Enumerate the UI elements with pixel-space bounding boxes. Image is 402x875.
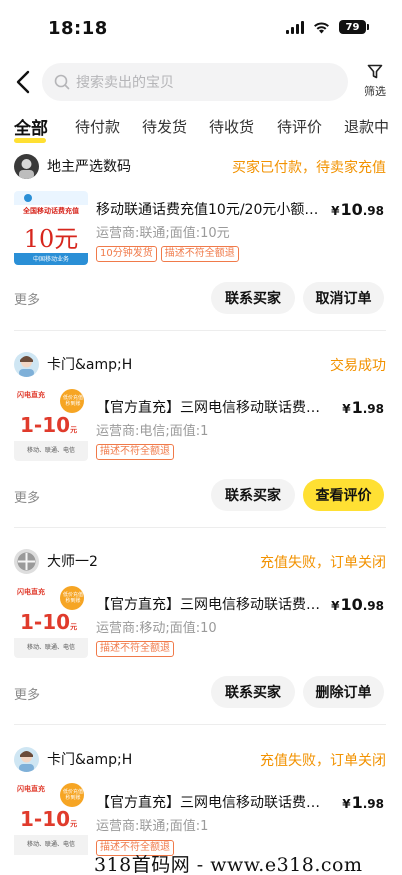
order-divider (14, 527, 386, 528)
view-review-button[interactable]: 查看评价 (303, 479, 384, 511)
thumb-footer: 移动、联通、电信 (26, 644, 75, 651)
product-title[interactable]: 【官方直充】三网电信移动联话费充值 (96, 792, 328, 812)
product-thumbnail[interactable]: 闪电直充 低价充值 秒到账 1-10元 移动、联通、电信 (14, 387, 88, 461)
product-thumbnail[interactable]: 闪电直充 低价充值 秒到账 1-10元 移动、联通、电信 (14, 584, 88, 658)
status-icons: 79 (286, 20, 369, 34)
battery-icon: 79 (339, 20, 369, 34)
thumb-badge: 低价充值 秒到账 (62, 592, 83, 604)
tab-pending-shipment[interactable]: 待发货 (142, 116, 187, 137)
shop-row: 地主严选数码 买家已付款，待卖家充值 (14, 151, 386, 181)
more-link[interactable]: 更多 (14, 684, 40, 703)
thumb-footer: 移动、联通、电信 (26, 447, 75, 454)
product-price: ¥1.98 (342, 398, 384, 417)
thumb-footer: 中国移动业务 (32, 256, 69, 263)
product-title[interactable]: 【官方直充】三网电信移动联话费充值 (96, 594, 328, 614)
product-title[interactable]: 移动联通话费充值10元/20元小额快充 (96, 199, 328, 219)
product-title[interactable]: 【官方直充】三网电信移动联话费充值 (96, 397, 328, 417)
product-thumbnail[interactable]: 全国移动话费充值 10元 中国移动业务 (14, 191, 88, 265)
avatar (14, 351, 39, 377)
order-status: 交易成功 (330, 358, 386, 374)
product-spec: 运营商:联通;面值:1 (96, 819, 209, 834)
shipping-tag: 10分钟发货 (96, 246, 157, 262)
thumb-big-text: 10元 (23, 225, 79, 253)
shop-row: 卡门&amp;H 充值失败，订单关闭 (14, 744, 386, 774)
order-tabs: 全部 待付款 待发货 待收货 待评价 退款中 (0, 112, 402, 146)
filter-icon (367, 64, 383, 79)
thumb-caption: 全国移动话费充值 (23, 207, 79, 215)
thumb-brand: 闪电直充 (17, 588, 45, 596)
avatar (14, 548, 39, 574)
more-link[interactable]: 更多 (14, 487, 40, 506)
thumb-big-text: 1-10元 (20, 413, 78, 437)
order-status: 买家已付款，待卖家充值 (232, 160, 386, 176)
watermark-text: 318首码网 - www.e318.com (94, 854, 363, 875)
search-icon (54, 74, 70, 90)
contact-buyer-button[interactable]: 联系买家 (211, 676, 295, 708)
order-status: 充值失败，订单关闭 (260, 753, 386, 769)
shop-name[interactable]: 卡门&amp;H (47, 354, 132, 374)
thumb-footer: 移动、联通、电信 (26, 841, 75, 848)
product-price: ¥10.98 (331, 200, 384, 219)
thumb-badge: 低价充值 秒到账 (62, 395, 83, 407)
cellular-signal-icon (286, 20, 304, 34)
avatar (14, 746, 39, 772)
filter-label: 筛选 (364, 85, 386, 98)
thumb-brand: 闪电直充 (17, 391, 45, 399)
refund-tag: 描述不符全额退 (160, 246, 239, 262)
tab-pending-receipt[interactable]: 待收货 (209, 116, 254, 137)
thumb-big-text: 1-10元 (20, 610, 78, 634)
shop-name[interactable]: 大师一2 (47, 551, 98, 571)
tag-row: 描述不符全额退 (96, 641, 174, 657)
more-link[interactable]: 更多 (14, 289, 40, 308)
back-button[interactable] (10, 68, 36, 96)
product-thumbnail[interactable]: 闪电直充 低价充值 秒到账 1-10元 移动、联通、电信 (14, 781, 88, 875)
filter-button[interactable]: 筛选 (358, 64, 392, 99)
avatar (14, 153, 39, 179)
cancel-order-button[interactable]: 取消订单 (303, 282, 384, 314)
tab-pending-review[interactable]: 待评价 (277, 116, 322, 137)
nav-bar: 搜索卖出的宝贝 筛选 (0, 58, 402, 106)
thumb-badge: 低价充值 秒到账 (62, 789, 83, 801)
thumb-big-text: 1-10元 (20, 807, 78, 831)
shop-row: 卡门&amp;H 交易成功 (14, 349, 386, 379)
tab-refunding[interactable]: 退款中 (344, 116, 389, 137)
product-price: ¥10.98 (331, 595, 384, 614)
chevron-left-icon (16, 70, 30, 94)
product-spec: 运营商:移动;面值:10 (96, 621, 217, 636)
shop-name[interactable]: 地主严选数码 (47, 156, 131, 176)
tag-row: 10分钟发货 描述不符全额退 (96, 246, 239, 262)
wifi-icon (314, 21, 329, 33)
product-price: ¥1.98 (342, 793, 384, 812)
contact-buyer-button[interactable]: 联系买家 (211, 282, 295, 314)
search-input[interactable]: 搜索卖出的宝贝 (42, 63, 348, 101)
tag-row: 描述不符全额退 (96, 444, 174, 460)
order-divider (14, 724, 386, 725)
tab-pending-payment[interactable]: 待付款 (75, 116, 120, 137)
contact-buyer-button[interactable]: 联系买家 (211, 479, 295, 511)
status-time: 18:18 (48, 18, 108, 39)
shop-row: 大师一2 充值失败，订单关闭 (14, 546, 386, 576)
search-placeholder: 搜索卖出的宝贝 (76, 75, 174, 91)
product-spec: 运营商:电信;面值:1 (96, 424, 209, 439)
refund-tag: 描述不符全额退 (96, 641, 174, 657)
thumb-brand: 闪电直充 (17, 785, 45, 793)
delete-order-button[interactable]: 删除订单 (303, 676, 384, 708)
tab-all[interactable]: 全部 (14, 114, 48, 139)
shop-name[interactable]: 卡门&amp;H (47, 749, 132, 769)
refund-tag: 描述不符全额退 (96, 444, 174, 460)
order-status: 充值失败，订单关闭 (260, 555, 386, 571)
product-spec: 运营商:联通;面值:10元 (96, 226, 230, 241)
status-bar: 18:18 79 (0, 0, 402, 56)
order-divider (14, 330, 386, 331)
